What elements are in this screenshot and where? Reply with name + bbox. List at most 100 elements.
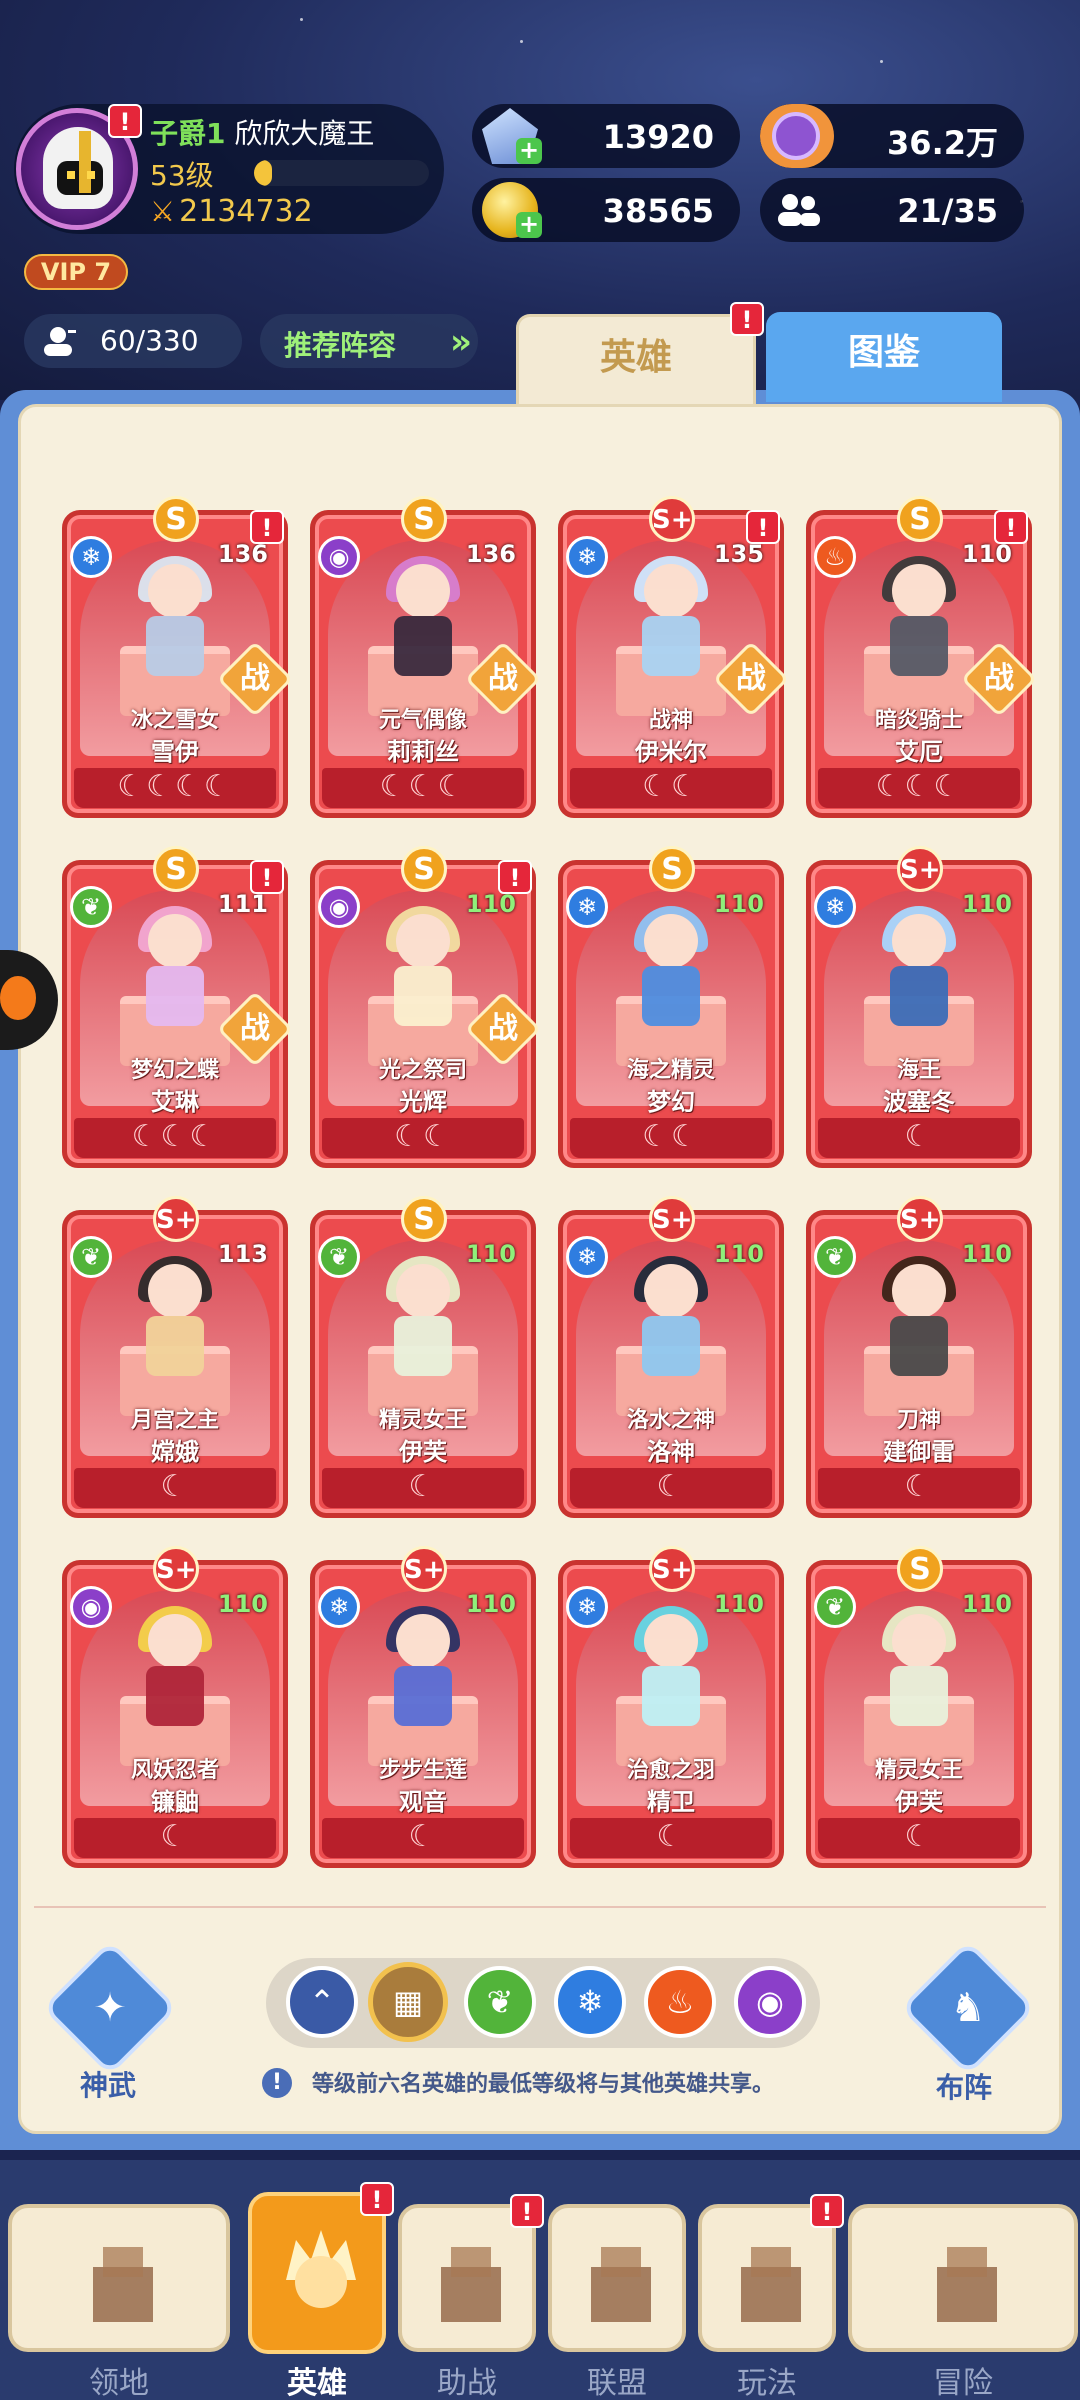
player-title: 子爵1 欣欣大魔王 xyxy=(150,112,374,152)
star-moons: ☾ xyxy=(322,1468,524,1508)
hero-level: 110 xyxy=(465,1590,516,1618)
hero-alert-badge: ! xyxy=(498,860,532,894)
battle-label: 战 xyxy=(240,1011,270,1046)
hero-name: 伊芙 xyxy=(895,1788,943,1816)
star-moons: ☾ xyxy=(818,1818,1020,1858)
filter-fire-icon[interactable]: ♨ xyxy=(644,1966,716,2038)
star-moons: ☾ xyxy=(570,1468,772,1508)
hero-name: 光辉 xyxy=(399,1088,447,1116)
nav-label: 玩法 xyxy=(737,2366,797,2400)
diamond-currency[interactable]: + 13920 xyxy=(472,104,740,168)
star xyxy=(520,40,523,43)
element-nature-icon: ❦ xyxy=(814,1586,856,1628)
filter-dark-icon[interactable]: ◉ xyxy=(734,1966,806,2038)
hero-name: 嫦娥 xyxy=(151,1438,199,1466)
star-moons: ☾☾☾ xyxy=(74,1118,276,1158)
filter-ice-icon[interactable]: ❄ xyxy=(554,1966,626,2038)
members-counter[interactable]: 21/35 xyxy=(760,178,1024,242)
hero-card[interactable]: S ♨ 110 暗炎骑士 艾厄 ☾☾☾ 战! xyxy=(806,496,1038,818)
grade-badge: S+ xyxy=(897,1196,943,1242)
add-diamond-button[interactable]: + xyxy=(516,138,542,164)
hero-level: 113 xyxy=(217,1240,268,1268)
hero-card[interactable]: S ◉ 136 元气偶像 莉莉丝 ☾☾☾ 战 xyxy=(310,496,542,818)
double-chevron-right-icon: » xyxy=(450,322,472,362)
hero-card[interactable]: S+ ❄ 110 治愈之羽 精卫 ☾ xyxy=(558,1546,784,1868)
star-moons: ☾ xyxy=(74,1818,276,1858)
hero-card[interactable]: S+ ◉ 110 风妖忍者 镰鼬 ☾ xyxy=(62,1546,288,1868)
hero-name: 洛神 xyxy=(647,1438,695,1466)
hero-portrait xyxy=(866,1606,972,1732)
level-share-note: 等级前六名英雄的最低等级将与其他英雄共享。 xyxy=(312,2072,775,2097)
element-nature-icon: ❦ xyxy=(814,1236,856,1278)
gold-currency[interactable]: + 38565 xyxy=(472,178,740,242)
element-dark-icon: ◉ xyxy=(318,536,360,578)
hero-name: 建御雷 xyxy=(883,1438,955,1466)
grade-badge: S xyxy=(897,1546,943,1592)
person-icon xyxy=(44,327,76,356)
nav-alert-badge: ! xyxy=(510,2194,544,2228)
grade-badge: S+ xyxy=(153,1196,199,1242)
hero-card[interactable]: S+ ❄ 135 战神 伊米尔 ☾☾ 战! xyxy=(558,496,790,818)
add-gold-button[interactable]: + xyxy=(516,212,542,238)
battle-label: 战 xyxy=(488,661,518,696)
tab-atlas[interactable]: 图鉴 xyxy=(766,312,1002,402)
recommend-team-button[interactable]: 推荐阵容 » xyxy=(260,314,478,368)
hero-card[interactable]: S ❄ 136 冰之雪女 雪伊 ☾☾☾☾ 战! xyxy=(62,496,294,818)
grade-badge: S xyxy=(153,496,199,542)
hero-name: 波塞冬 xyxy=(883,1088,955,1116)
hero-level: 135 xyxy=(713,540,764,568)
nav-item-4[interactable] xyxy=(548,2204,686,2352)
filter-sort-up-icon[interactable]: ⌃ xyxy=(286,1966,358,2038)
hero-name: 莉莉丝 xyxy=(387,738,459,766)
hero-level: 110 xyxy=(713,1590,764,1618)
filter-nature-icon[interactable]: ❦ xyxy=(464,1966,536,2038)
tab-heroes[interactable]: 英雄 xyxy=(516,314,756,410)
members-value: 21/35 xyxy=(897,192,998,230)
hero-alert-badge: ! xyxy=(250,860,284,894)
castle-icon xyxy=(93,2247,153,2322)
nav-item-2[interactable]: ! xyxy=(248,2182,394,2354)
hero-card[interactable]: S ◉ 110 光之祭司 光辉 ☾☾ 战! xyxy=(310,846,542,1168)
nav-item-5[interactable]: ! xyxy=(698,2194,844,2352)
star-moons: ☾ xyxy=(74,1468,276,1508)
hero-card[interactable]: S ❦ 111 梦幻之蝶 艾琳 ☾☾☾ 战! xyxy=(62,846,294,1168)
nav-item-1[interactable] xyxy=(8,2204,230,2352)
nav-item-6[interactable] xyxy=(848,2204,1078,2352)
element-nature-icon: ❦ xyxy=(70,1236,112,1278)
star-moons: ☾☾ xyxy=(570,768,772,808)
hero-title: 治愈之羽 xyxy=(626,1758,715,1783)
star-moons: ☾☾ xyxy=(322,1118,524,1158)
hero-portrait xyxy=(866,1256,972,1382)
grade-badge: S xyxy=(153,846,199,892)
hero-card[interactable]: S+ ❄ 110 洛水之神 洛神 ☾ xyxy=(558,1196,784,1518)
grade-badge: S xyxy=(401,846,447,892)
filter-all-icon[interactable]: ▦ xyxy=(368,1962,448,2042)
star-moons: ☾☾☾ xyxy=(818,768,1020,808)
hero-portrait xyxy=(122,556,228,682)
hero-card[interactable]: S+ ❦ 113 月宫之主 嫦娥 ☾ xyxy=(62,1196,288,1518)
hero-level: 111 xyxy=(217,890,268,918)
nav-item-3[interactable]: ! xyxy=(398,2194,544,2352)
hero-portrait xyxy=(122,1606,228,1732)
grid-divider xyxy=(34,1906,1046,1908)
hero-card[interactable]: S+ ❄ 110 海王 波塞冬 ☾ xyxy=(806,846,1032,1168)
hero-card[interactable]: S+ ❄ 110 步步生莲 观音 ☾ xyxy=(310,1546,536,1868)
hero-level: 110 xyxy=(961,1590,1012,1618)
hero-card[interactable]: S ❦ 110 精灵女王 伊芙 ☾ xyxy=(310,1196,536,1518)
star-moons: ☾ xyxy=(818,1468,1020,1508)
grade-badge: S xyxy=(649,846,695,892)
energy-orb-icon xyxy=(772,112,820,160)
hero-card[interactable]: S ❦ 110 精灵女王 伊芙 ☾ xyxy=(806,1546,1032,1868)
hero-head-icon xyxy=(286,2230,356,2308)
vip-badge[interactable]: VIP 7 xyxy=(24,254,128,290)
hero-title: 风妖忍者 xyxy=(130,1758,219,1783)
hero-count-value: 60/330 xyxy=(100,324,199,357)
energy-currency[interactable]: 36.2万 xyxy=(760,104,1024,168)
crossed-swords-icon: ⚔ xyxy=(150,195,176,228)
hero-card[interactable]: S ❄ 110 海之精灵 梦幻 ☾☾ xyxy=(558,846,784,1168)
hero-count-chip[interactable]: 60/330 xyxy=(24,314,242,368)
hero-card[interactable]: S+ ❦ 110 刀神 建御雷 ☾ xyxy=(806,1196,1032,1518)
grade-badge: S+ xyxy=(649,496,695,542)
hero-alert-badge: ! xyxy=(994,510,1028,544)
hero-title: 洛水之神 xyxy=(626,1408,715,1433)
